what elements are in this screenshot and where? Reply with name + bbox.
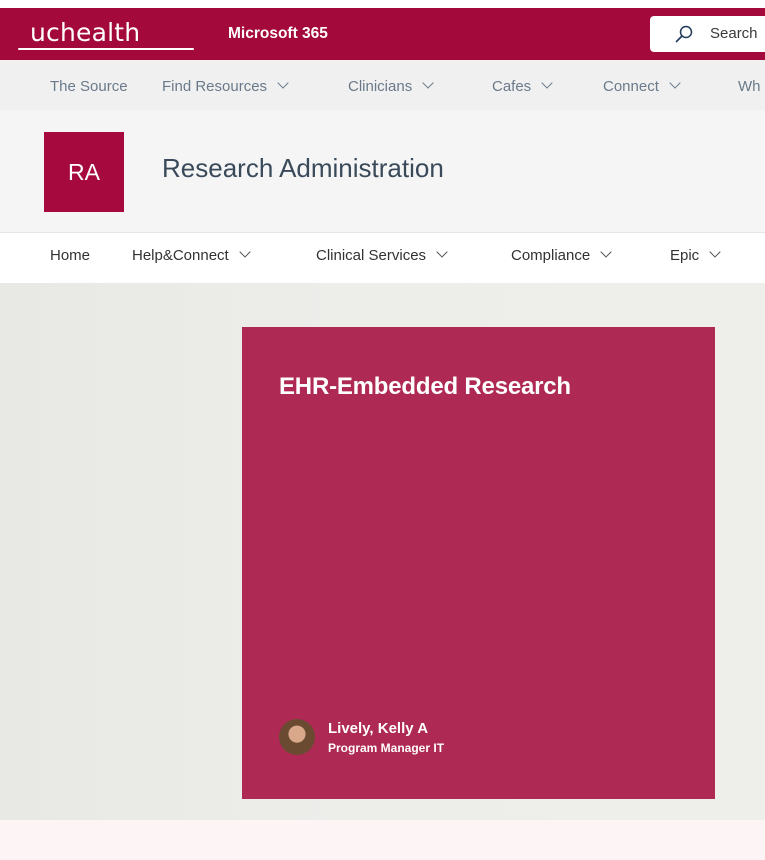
hub-nav-clinicians[interactable]: Clinicians bbox=[348, 77, 434, 95]
logo-underline bbox=[18, 48, 194, 50]
hub-nav-label: Cafes bbox=[492, 78, 532, 95]
site-header: RA Research Administration bbox=[0, 110, 765, 232]
site-nav-epic[interactable]: Epic bbox=[670, 246, 721, 264]
search-icon bbox=[675, 25, 693, 43]
chevron-down-icon bbox=[239, 246, 251, 258]
author-avatar[interactable] bbox=[279, 719, 315, 755]
chevron-down-icon bbox=[422, 77, 434, 89]
site-nav-label: Clinical Services bbox=[316, 247, 427, 264]
hub-nav-label: The Source bbox=[50, 78, 128, 95]
chevron-down-icon bbox=[436, 246, 448, 258]
site-nav-help-connect[interactable]: Help&Connect bbox=[132, 246, 251, 264]
hero-card[interactable]: EHR-Embedded Research Lively, Kelly A Pr… bbox=[242, 327, 715, 799]
site-nav-home[interactable]: Home bbox=[50, 247, 90, 264]
chevron-down-icon bbox=[669, 77, 681, 89]
chevron-down-icon bbox=[709, 246, 721, 258]
site-nav-label: Home bbox=[50, 247, 91, 264]
hub-nav-connect[interactable]: Connect bbox=[603, 77, 681, 95]
chevron-down-icon bbox=[277, 77, 289, 89]
suite-bar: uchealth Microsoft 365 Search bbox=[0, 8, 765, 60]
microsoft-365-link[interactable]: Microsoft 365 bbox=[228, 25, 328, 43]
hub-nav-truncated[interactable]: Wh bbox=[738, 78, 761, 95]
hub-nav-the-source[interactable]: The Source bbox=[50, 78, 128, 95]
hub-nav-cafes[interactable]: Cafes bbox=[492, 77, 553, 95]
page-bottom-strip bbox=[0, 820, 765, 860]
site-navigation: Home Help&Connect Clinical Services Comp… bbox=[0, 232, 765, 283]
hero-section: EHR-Embedded Research Lively, Kelly A Pr… bbox=[0, 283, 765, 820]
site-title[interactable]: Research Administration bbox=[162, 153, 444, 184]
author-name[interactable]: Lively, Kelly A bbox=[328, 720, 428, 737]
hub-nav-label: Connect bbox=[603, 78, 659, 95]
site-logo[interactable]: RA bbox=[44, 132, 124, 212]
search-label: Search bbox=[710, 25, 758, 42]
author-role: Program Manager IT bbox=[328, 741, 445, 755]
hub-nav-label: Wh bbox=[738, 78, 761, 95]
hero-title: EHR-Embedded Research bbox=[279, 373, 571, 400]
site-nav-label: Help&Connect bbox=[132, 247, 229, 264]
uchealth-logo[interactable]: uchealth bbox=[30, 18, 140, 47]
site-nav-label: Epic bbox=[670, 247, 700, 264]
site-nav-label: Compliance bbox=[511, 247, 591, 264]
hub-nav-label: Find Resources bbox=[162, 78, 268, 95]
search-box[interactable]: Search bbox=[650, 16, 765, 52]
hub-navigation: The Source Find Resources Clinicians Caf… bbox=[0, 60, 765, 110]
hub-nav-find-resources[interactable]: Find Resources bbox=[162, 77, 289, 95]
site-nav-compliance[interactable]: Compliance bbox=[511, 246, 612, 264]
hub-nav-label: Clinicians bbox=[348, 78, 413, 95]
chevron-down-icon bbox=[600, 246, 612, 258]
site-nav-clinical-services[interactable]: Clinical Services bbox=[316, 246, 448, 264]
chevron-down-icon bbox=[541, 77, 553, 89]
